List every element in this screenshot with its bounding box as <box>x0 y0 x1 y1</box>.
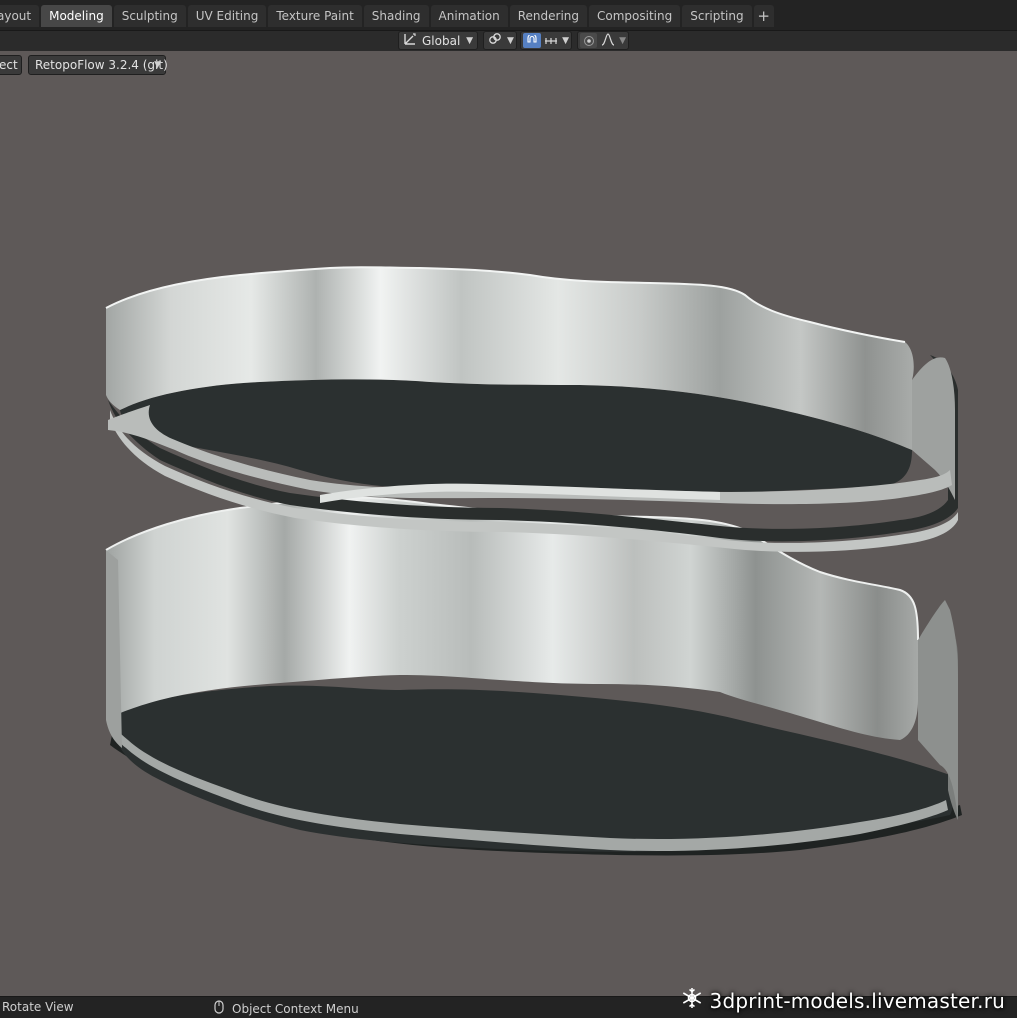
status-rotate-view: Rotate View <box>2 1000 74 1014</box>
magnet-icon[interactable] <box>523 33 541 48</box>
transform-orientation-dropdown[interactable]: Global ▼ <box>398 31 478 50</box>
tab-shading[interactable]: Shading <box>363 5 429 27</box>
status-context-menu: Object Context Menu <box>214 1000 359 1017</box>
proportional-edit-icon[interactable] <box>580 33 598 48</box>
workspace-bar: ayout Modeling Sculpting UV Editing Text… <box>0 0 1017 31</box>
tab-modeling[interactable]: Modeling <box>41 5 112 27</box>
tab-uv-editing[interactable]: UV Editing <box>187 5 267 27</box>
status-rotate-view-label: Rotate View <box>2 1000 74 1014</box>
chevron-down-icon[interactable]: ▼ <box>619 36 626 46</box>
add-workspace-button[interactable]: + <box>753 5 774 27</box>
falloff-curve-icon[interactable] <box>601 32 615 49</box>
link-icon <box>488 32 502 49</box>
tab-scripting[interactable]: Scripting <box>682 5 752 27</box>
chevron-down-icon: ▼ <box>507 35 514 46</box>
status-context-menu-label: Object Context Menu <box>232 1001 359 1016</box>
tab-animation[interactable]: Animation <box>430 5 508 27</box>
transform-orientation-value: Global <box>422 33 461 48</box>
snowflake-logo-icon <box>680 986 704 1015</box>
tab-compositing[interactable]: Compositing <box>589 5 681 27</box>
proportional-edit-controls: ▼ <box>577 31 629 50</box>
snap-controls: ▼ <box>520 31 572 50</box>
snap-increment-icon[interactable] <box>543 33 561 48</box>
orientation-icon <box>403 32 417 49</box>
pivot-point-dropdown[interactable]: ▼ <box>483 31 517 50</box>
chevron-down-icon: ▼ <box>466 35 473 46</box>
tab-layout[interactable]: ayout <box>0 5 40 27</box>
lower-cutter-part <box>105 496 962 856</box>
viewport-3d[interactable] <box>0 52 1017 996</box>
tab-texture-paint[interactable]: Texture Paint <box>268 5 362 27</box>
viewport-header: Global ▼ ▼ ▼ ▼ <box>0 31 1017 51</box>
mouse-right-icon <box>214 1000 224 1017</box>
tab-rendering[interactable]: Rendering <box>509 5 588 27</box>
watermark-text: 3dprint-models.livemaster.ru <box>709 988 1005 1013</box>
watermark: 3dprint-models.livemaster.ru <box>680 986 1005 1015</box>
workspace-tabs: ayout Modeling Sculpting UV Editing Text… <box>0 5 776 27</box>
chevron-down-icon[interactable]: ▼ <box>562 36 569 46</box>
tab-sculpting[interactable]: Sculpting <box>113 5 186 27</box>
